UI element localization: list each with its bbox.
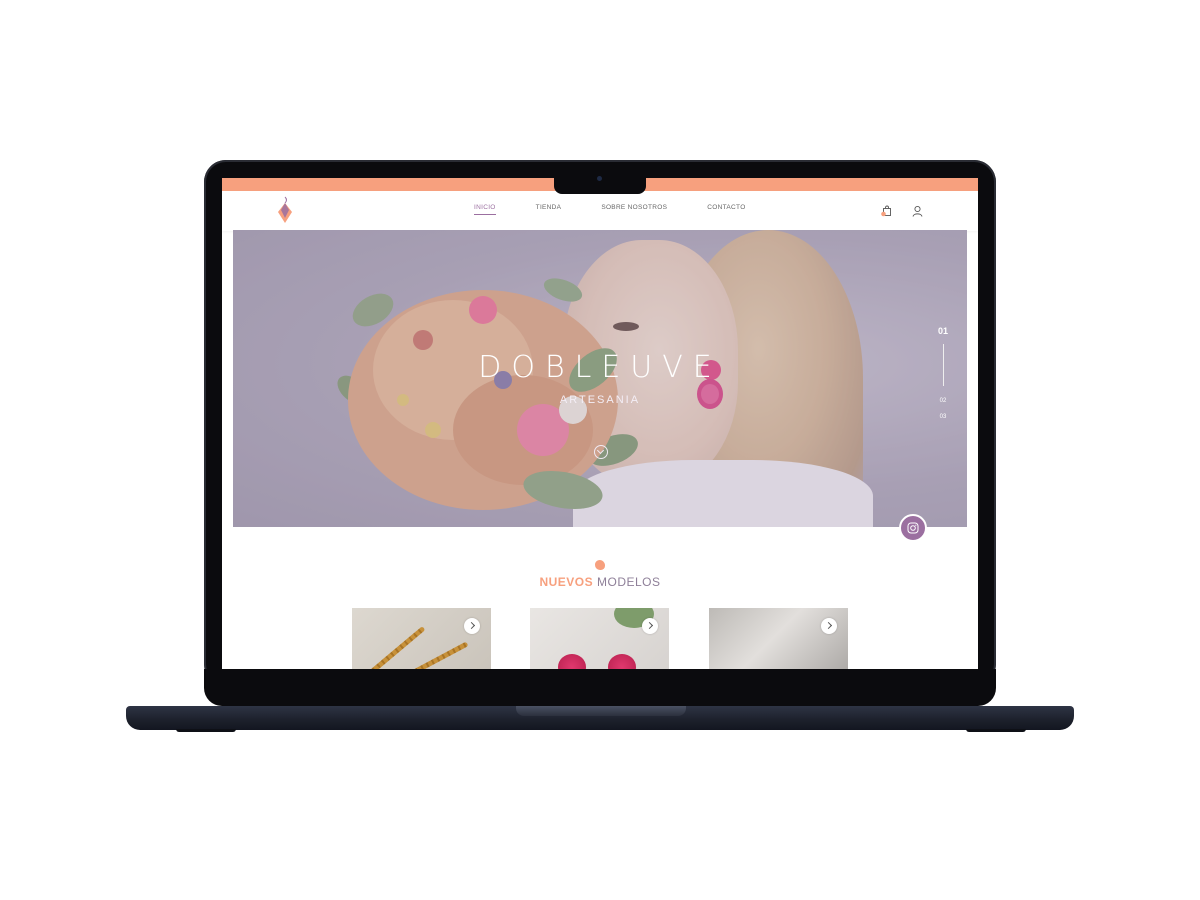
slide-progress-line: [942, 344, 944, 386]
section-accent-dot: [595, 560, 605, 570]
camera-icon: [597, 176, 602, 181]
new-models-title: NUEVOS MODELOS: [222, 575, 978, 589]
laptop-hinge-notch: [516, 706, 686, 716]
instagram-icon: [907, 522, 919, 534]
shopping-bag-icon[interactable]: [881, 205, 893, 217]
instagram-button[interactable]: [899, 514, 927, 542]
new-models-title-rest: MODELOS: [597, 575, 661, 589]
nav-tienda[interactable]: TIENDA: [536, 204, 562, 211]
laptop-foot-right: [966, 729, 1026, 732]
hero-banner: DOBLEUVE ARTESANIA 01 02 03: [233, 230, 967, 527]
main-nav: INICIO TIENDA SOBRE NOSOTROS CONTACTO: [474, 204, 786, 215]
diamond-earring-logo[interactable]: [276, 196, 294, 224]
laptop-foot-left: [176, 729, 236, 732]
chevron-right-icon[interactable]: [464, 618, 480, 634]
nav-sobre-nosotros[interactable]: SOBRE NOSOTROS: [601, 204, 667, 211]
chevron-down-icon[interactable]: [594, 445, 608, 459]
chevron-right-icon[interactable]: [642, 618, 658, 634]
new-models-title-accent: NUEVOS: [539, 575, 594, 589]
user-icon[interactable]: [912, 205, 923, 217]
website-screen: INICIO TIENDA SOBRE NOSOTROS CONTACTO DO…: [222, 178, 978, 669]
product-card-wheat-earrings[interactable]: [352, 608, 491, 669]
camera-notch: [554, 170, 646, 194]
site-header: INICIO TIENDA SOBRE NOSOTROS CONTACTO: [222, 191, 978, 231]
nav-contacto[interactable]: CONTACTO: [707, 204, 745, 211]
chevron-right-icon[interactable]: [821, 618, 837, 634]
slide-indicator-1[interactable]: 01: [933, 326, 953, 336]
product-card-white-fabric[interactable]: [709, 608, 848, 669]
slide-indicator-3[interactable]: 03: [933, 414, 953, 420]
product-card-pink-earrings[interactable]: [530, 608, 669, 669]
hero-title: DOBLEUVE: [478, 350, 722, 385]
nav-inicio[interactable]: INICIO: [474, 204, 496, 215]
slide-pagination: 01 02 03: [933, 326, 953, 420]
laptop-bezel: [204, 669, 996, 706]
hero-subtitle: ARTESANIA: [559, 394, 641, 406]
